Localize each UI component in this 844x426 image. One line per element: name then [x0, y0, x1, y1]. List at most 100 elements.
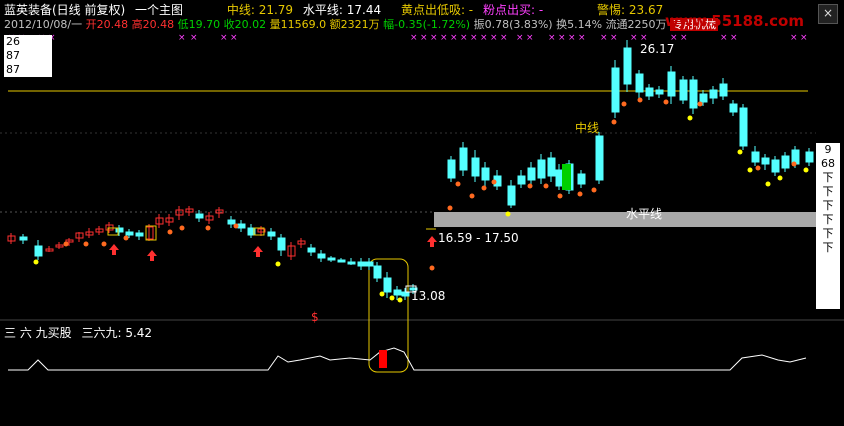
star-marker-icon: × [220, 33, 228, 43]
low-buy-dot [687, 115, 693, 121]
signal-dot [123, 235, 129, 241]
candle-body [555, 169, 564, 187]
indicator-value: 三六九: 5.42 [81, 326, 153, 340]
kline-chart[interactable]: ×××××××××××××××××××××××××××××××××× [0, 0, 844, 426]
candle-body [751, 151, 760, 163]
candle-body [595, 135, 604, 181]
candle-body [373, 265, 382, 279]
star-marker-icon: × [430, 33, 438, 43]
candle-body [537, 159, 546, 179]
candle-body [459, 147, 468, 171]
star-marker-icon: × [600, 33, 608, 43]
candle-body [347, 261, 356, 265]
low-buy-dot [505, 211, 511, 217]
low-buy-dot [803, 167, 809, 173]
signal-dot [621, 101, 627, 107]
site-watermark: www.55188.com [664, 12, 804, 30]
star-marker-icon: × [730, 33, 738, 43]
info-popup: 26 87 87 [4, 35, 52, 77]
low-buy-dot [777, 175, 783, 181]
signal-dot [611, 119, 617, 125]
star-marker-icon: × [420, 33, 428, 43]
popup-value: 87 [6, 49, 20, 62]
star-marker-icon: × [578, 33, 586, 43]
star-marker-icon: × [178, 33, 186, 43]
candle-body [357, 261, 366, 267]
panel-signal: 下 [822, 227, 834, 240]
candle-body [277, 237, 286, 251]
popup-value: 26 [6, 35, 20, 48]
candle-body [19, 236, 28, 241]
quote-amplitude: 振0.78(3.83%) [473, 18, 553, 31]
signal-dot [429, 265, 435, 271]
low-buy-dot [389, 295, 395, 301]
signal-dot [527, 183, 533, 189]
huang-dian-label: 黄点出低吸: - [400, 3, 474, 17]
candle-body [401, 291, 410, 297]
candle-body [383, 277, 392, 293]
signal-dot [591, 187, 597, 193]
up-arrow-icon [109, 244, 119, 255]
panel-signal: 下 [822, 241, 834, 254]
star-marker-icon: × [680, 33, 688, 43]
candle-body [645, 87, 654, 97]
candle-body [125, 231, 134, 236]
low-buy-dot [747, 167, 753, 173]
signal-dot [577, 191, 583, 197]
up-arrow-icon [147, 250, 157, 261]
signal-dot [481, 185, 487, 191]
star-marker-icon: × [500, 33, 508, 43]
horizontal-band [434, 212, 816, 227]
signal-dot [205, 225, 211, 231]
stock-title: 蓝英装备(日线 前复权) [4, 3, 126, 17]
candle-body [739, 107, 748, 147]
star-marker-icon: × [410, 33, 418, 43]
low-buy-dot [737, 149, 743, 155]
quote-date: 2012/10/08/一 [4, 18, 83, 31]
quote-volume: 量11569.0 [269, 18, 327, 31]
up-arrow-icon [253, 246, 263, 257]
candle-body [709, 89, 718, 99]
green-candle [562, 164, 571, 190]
signal-dot [543, 183, 549, 189]
candle-body [327, 257, 336, 261]
range-label: 16.59 - 17.50 [438, 231, 519, 245]
candle-body [227, 219, 236, 225]
panel-signal: 下 [822, 185, 834, 198]
star-marker-icon: × [490, 33, 498, 43]
indicator-label: 三 六 九买股 [4, 326, 72, 340]
signal-dot [447, 205, 453, 211]
low-buy-dot [765, 181, 771, 187]
candle-body [655, 89, 664, 95]
star-marker-icon: × [440, 33, 448, 43]
signal-dot [755, 165, 761, 171]
low-buy-dot [379, 291, 385, 297]
up-arrow-icon [427, 236, 437, 247]
dollar-signal-icon: $ [311, 310, 319, 324]
candle-body [237, 223, 246, 229]
indicator-title: 三 六 九买股 三六九: 5.42 [4, 324, 152, 341]
zhongxian-label: 中线: 21.79 [226, 3, 294, 17]
signal-dot [233, 223, 239, 229]
candle-body [507, 185, 516, 206]
candle-body [337, 259, 346, 263]
signal-dot [557, 193, 563, 199]
quote-change: 幅-0.35(-1.72%) [383, 18, 471, 31]
signal-dot [167, 229, 173, 235]
signal-dot [791, 161, 797, 167]
low-buy-dot [397, 297, 403, 303]
low-price-label: 13.08 [411, 289, 446, 303]
candle-body [761, 157, 770, 165]
star-marker-icon: × [480, 33, 488, 43]
panel-value: 9 [824, 143, 832, 156]
candle-body [805, 151, 814, 163]
low-buy-dot [275, 261, 281, 267]
highlighted-candle [145, 225, 157, 241]
candle-body [195, 213, 204, 219]
star-marker-icon: × [790, 33, 798, 43]
signal-dot [455, 181, 461, 187]
candle-body [771, 159, 780, 173]
signal-dot [469, 193, 475, 199]
signal-dot [83, 241, 89, 247]
close-icon[interactable]: × [818, 4, 838, 24]
